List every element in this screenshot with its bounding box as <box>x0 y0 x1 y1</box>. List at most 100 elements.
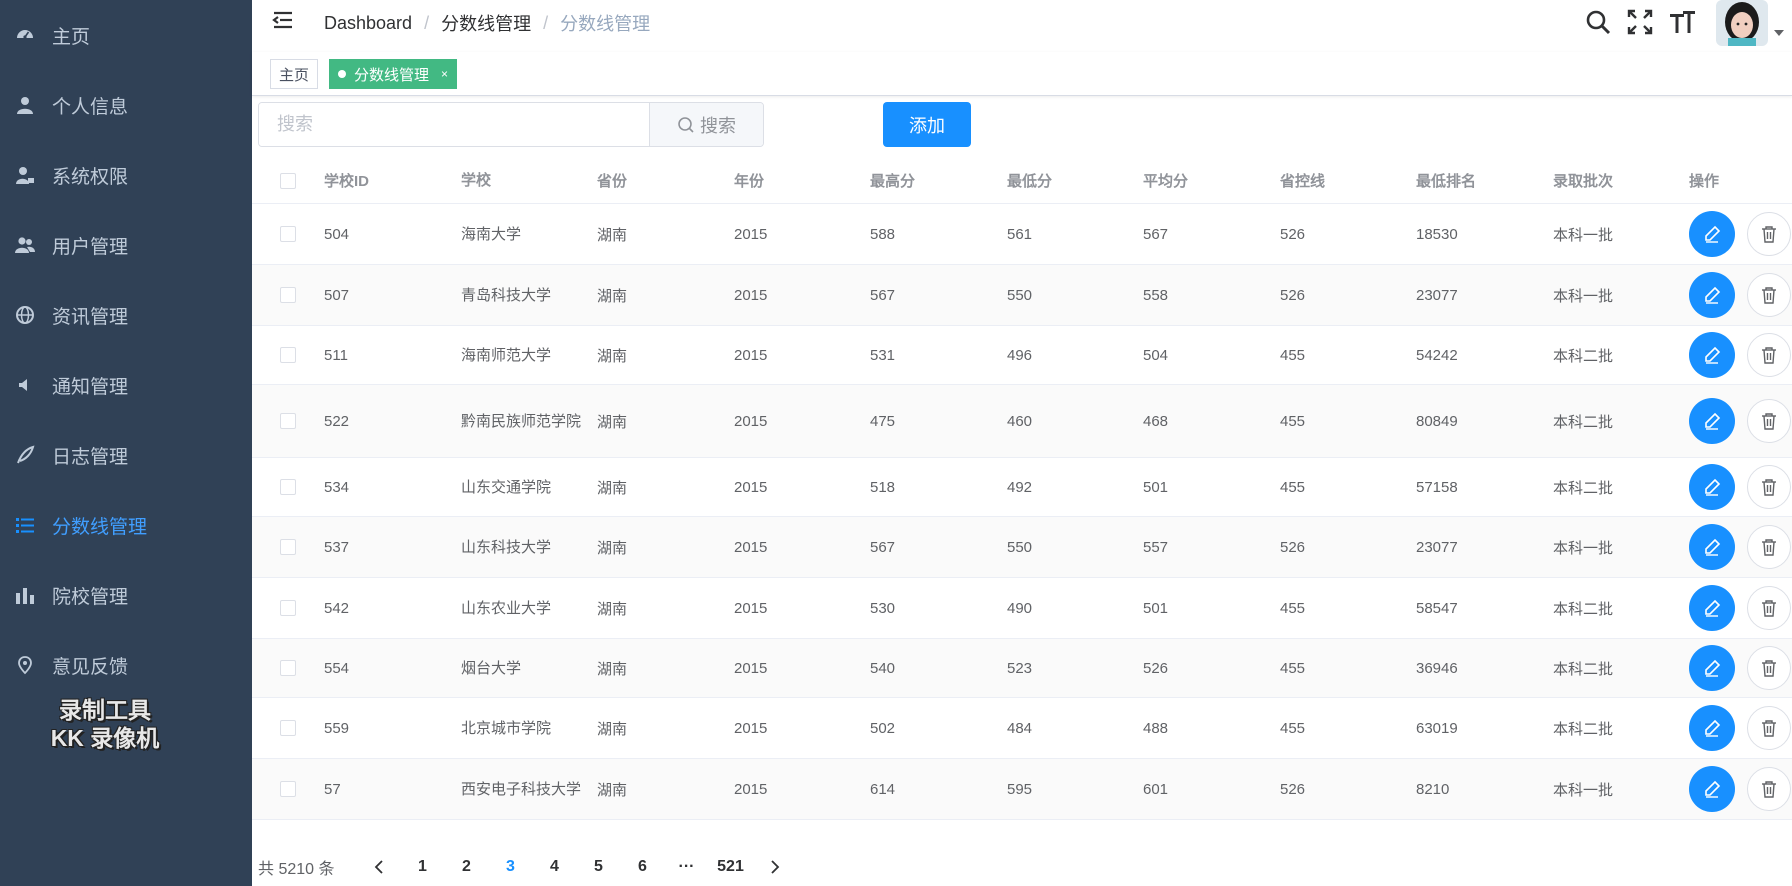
page-number[interactable]: 6 <box>621 858 665 876</box>
table-cell: 2015 <box>734 412 768 430</box>
table-cell: 54242 <box>1416 346 1458 364</box>
delete-button[interactable] <box>1747 525 1791 569</box>
tag-home[interactable]: 主页 <box>270 59 319 89</box>
row-checkbox[interactable] <box>280 347 296 363</box>
edit-button[interactable] <box>1689 211 1735 257</box>
row-checkbox[interactable] <box>280 781 296 797</box>
sidebar-item[interactable]: 主页 <box>0 0 252 70</box>
edit-button[interactable] <box>1689 585 1735 631</box>
row-checkbox[interactable] <box>280 720 296 736</box>
page-list: 1 2 3 4 5 6 ··· 521 <box>401 858 753 876</box>
table-cell: 501 <box>1143 599 1169 617</box>
table-cell: 本科二批 <box>1553 347 1614 365</box>
font-size-icon[interactable] <box>1668 8 1696 36</box>
table-cell: 455 <box>1280 599 1306 617</box>
table-row: 504 海南大学 湖南 2015 588 561 567 526 18530 本科一批 <box>252 204 1792 265</box>
table-cell: 本科二批 <box>1553 413 1614 431</box>
delete-button[interactable] <box>1747 586 1791 630</box>
hamburger-icon[interactable] <box>272 8 298 34</box>
edit-button[interactable] <box>1689 645 1735 691</box>
table-cell: 北京城市学院 <box>461 719 552 737</box>
row-checkbox[interactable] <box>280 479 296 495</box>
column-header: 录取批次 <box>1553 173 1614 190</box>
search-button[interactable]: 搜索 <box>649 103 763 146</box>
edit-button[interactable] <box>1689 766 1735 812</box>
row-checkbox[interactable] <box>280 660 296 676</box>
table-cell: 80849 <box>1416 412 1458 430</box>
edit-icon <box>1703 659 1721 677</box>
table-cell: 山东交通学院 <box>461 478 552 496</box>
navbar: Dashboard / 分数线管理 / 分数线管理 <box>252 0 1792 50</box>
delete-button[interactable] <box>1747 212 1791 256</box>
sidebar-item[interactable]: 分数线管理 <box>0 490 252 560</box>
search-icon[interactable] <box>1584 8 1612 36</box>
chevron-down-icon[interactable] <box>1774 30 1784 36</box>
table-cell: 540 <box>870 659 896 677</box>
sidebar-item[interactable]: 用户管理 <box>0 210 252 280</box>
page-number[interactable]: 5 <box>577 858 621 876</box>
row-checkbox[interactable] <box>280 413 296 429</box>
search-input[interactable] <box>259 103 649 146</box>
delete-button[interactable] <box>1747 646 1791 690</box>
edit-button[interactable] <box>1689 332 1735 378</box>
row-checkbox[interactable] <box>280 226 296 242</box>
edit-button[interactable] <box>1689 272 1735 318</box>
sidebar-item[interactable]: 个人信息 <box>0 70 252 140</box>
row-checkbox[interactable] <box>280 600 296 616</box>
table-cell: 58547 <box>1416 599 1458 617</box>
sidebar-item[interactable]: 系统权限 <box>0 140 252 210</box>
edit-button[interactable] <box>1689 398 1735 444</box>
actions-cell <box>1689 211 1792 257</box>
page-number[interactable]: 4 <box>533 858 577 876</box>
breadcrumb-item[interactable]: 分数线管理 <box>441 10 531 36</box>
row-checkbox[interactable] <box>280 287 296 303</box>
table-cell: 468 <box>1143 412 1169 430</box>
page-number[interactable]: 2 <box>445 858 489 876</box>
sidebar-item-label: 资讯管理 <box>52 306 129 328</box>
table-cell: 455 <box>1280 719 1306 737</box>
sidebar-item[interactable]: 资讯管理 <box>0 280 252 350</box>
delete-button[interactable] <box>1747 273 1791 317</box>
user-avatar[interactable] <box>1716 0 1768 46</box>
sidebar-item[interactable]: 意见反馈 <box>0 630 252 700</box>
trash-icon <box>1761 659 1777 677</box>
table-cell: 西安电子科技大学 <box>461 780 582 798</box>
page-number[interactable]: 521 <box>709 858 753 876</box>
recording-watermark: 录制工具 KK 录像机 <box>30 696 180 752</box>
tags-view: 主页 分数线管理 × <box>252 52 1792 96</box>
table-row: 537 山东科技大学 湖南 2015 567 550 557 526 23077 本科一批 <box>252 517 1792 578</box>
fullscreen-icon[interactable] <box>1626 8 1654 36</box>
delete-button[interactable] <box>1747 399 1791 443</box>
table-cell: 557 <box>1143 538 1169 556</box>
delete-button[interactable] <box>1747 706 1791 750</box>
breadcrumb-item-dashboard[interactable]: Dashboard <box>324 13 412 34</box>
trash-icon <box>1761 538 1777 556</box>
delete-button[interactable] <box>1747 333 1791 377</box>
page-number[interactable]: 1 <box>401 858 445 876</box>
page-number[interactable]: 3 <box>489 858 533 876</box>
edit-button[interactable] <box>1689 464 1735 510</box>
prev-page-icon[interactable] <box>357 860 401 874</box>
close-icon[interactable]: × <box>441 67 448 81</box>
next-page-icon[interactable] <box>753 860 797 874</box>
globe-icon <box>14 304 36 326</box>
table-cell: 本科一批 <box>1553 781 1614 799</box>
edit-button[interactable] <box>1689 524 1735 570</box>
add-button[interactable]: 添加 <box>883 102 971 147</box>
tag-score-line[interactable]: 分数线管理 × <box>329 59 458 89</box>
score-table: 学校ID 学校 省份 年份 最高分 最低分 平均分 省控线 最低排名 录取批次 操作 504 海南大学… <box>252 158 1792 820</box>
table-cell: 山东农业大学 <box>461 599 552 617</box>
table-cell: 本科一批 <box>1553 287 1614 305</box>
delete-button[interactable] <box>1747 767 1791 811</box>
table-cell: 8210 <box>1416 780 1450 798</box>
select-all-checkbox[interactable] <box>280 172 296 189</box>
edit-button[interactable] <box>1689 705 1735 751</box>
delete-button[interactable] <box>1747 465 1791 509</box>
sidebar-item[interactable]: 日志管理 <box>0 420 252 490</box>
table-cell: 23077 <box>1416 286 1458 304</box>
row-checkbox[interactable] <box>280 539 296 555</box>
more-pages-icon[interactable]: ··· <box>665 858 709 876</box>
sidebar-item[interactable]: 院校管理 <box>0 560 252 630</box>
sidebar-item[interactable]: 通知管理 <box>0 350 252 420</box>
sidebar-item-label: 日志管理 <box>52 446 129 468</box>
